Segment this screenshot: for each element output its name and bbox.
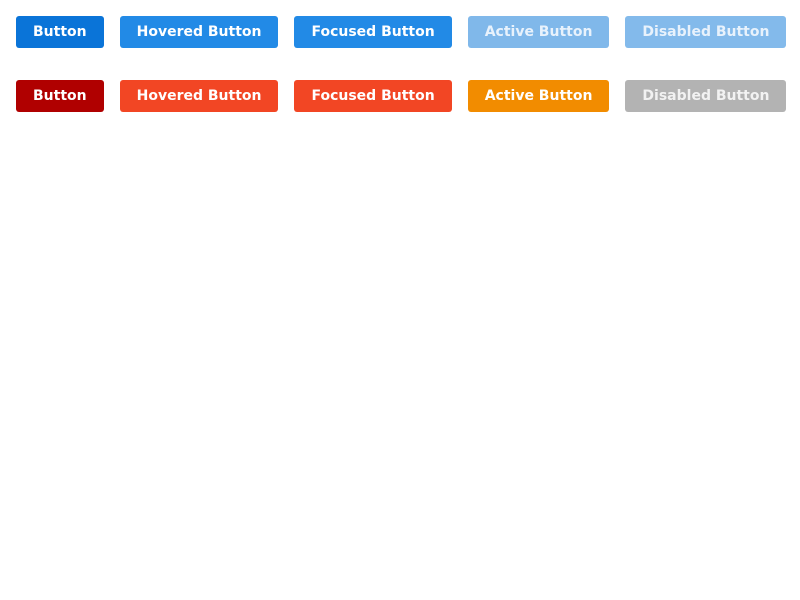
primary-active-button[interactable]: Active Button — [467, 16, 610, 48]
primary-hovered-button[interactable]: Hovered Button — [119, 16, 279, 48]
danger-disabled-button: Disabled Button — [625, 80, 787, 112]
danger-focused-button[interactable]: Focused Button — [294, 80, 452, 112]
primary-disabled-button: Disabled Button — [625, 16, 787, 48]
danger-button-row: Button Hovered Button Focused Button Act… — [16, 80, 787, 112]
danger-active-button[interactable]: Active Button — [467, 80, 610, 112]
danger-button[interactable]: Button — [16, 80, 104, 112]
primary-focused-button[interactable]: Focused Button — [294, 16, 452, 48]
danger-hovered-button[interactable]: Hovered Button — [119, 80, 279, 112]
primary-button-row: Button Hovered Button Focused Button Act… — [16, 16, 787, 48]
primary-button[interactable]: Button — [16, 16, 104, 48]
